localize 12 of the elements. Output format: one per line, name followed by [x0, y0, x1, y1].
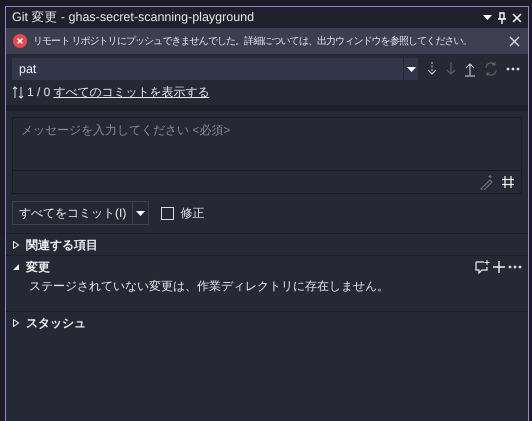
section-title[interactable]: 関連する項目	[26, 236, 522, 254]
commits-link[interactable]: すべてのコミットを表示する	[53, 83, 210, 101]
section-title[interactable]: 変更	[26, 258, 474, 276]
section-title[interactable]: スタッシュ	[26, 314, 522, 332]
section-message: ステージされていない変更は、作業ディレクトリに存在しません。	[28, 278, 390, 295]
message-box[interactable]: メッセージを入力してください <必須>	[12, 117, 522, 194]
error-message: リモート リポジトリにプッシュできませんでした。詳細については、出力ウィンドウを参照してください。	[33, 34, 473, 48]
amend-label: 修正	[180, 205, 204, 222]
branch-field[interactable]: pat	[12, 58, 403, 80]
sync-counts: 1 / 0	[27, 84, 50, 101]
commit-all-button[interactable]: すべてをコミット(I)	[12, 201, 134, 225]
window-title: Git 変更 - ghas-secret-scanning-playground	[12, 9, 256, 26]
